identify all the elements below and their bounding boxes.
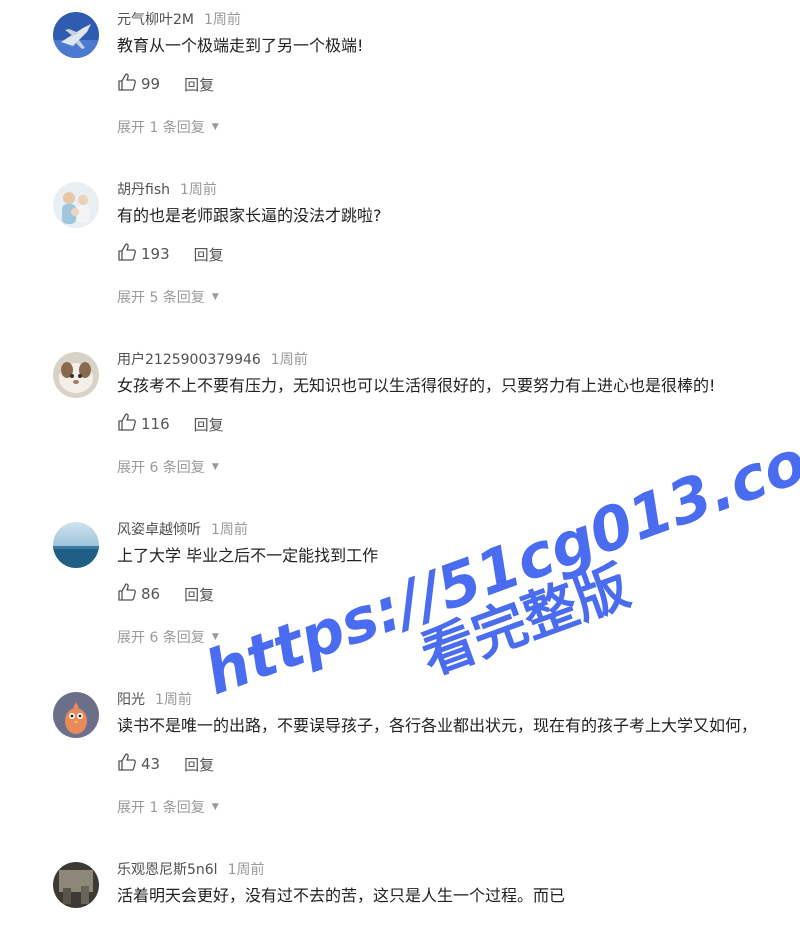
like-count: 99	[141, 75, 161, 93]
username[interactable]: 阳光	[117, 692, 145, 708]
expand-replies-label: 展开 1 条回复	[117, 800, 205, 816]
like-count: 86	[141, 585, 161, 603]
comment-item: 用户2125900379946 1周前 女孩考不上不要有压力，无知识也可以生活得很…	[0, 352, 800, 522]
like-count: 193	[141, 245, 170, 263]
like-button[interactable]: 86	[117, 582, 160, 606]
like-button[interactable]: 43	[117, 752, 160, 776]
expand-replies-label: 展开 6 条回复	[117, 630, 205, 646]
photo-avatar[interactable]	[53, 862, 99, 908]
comment-text: 有的也是老师跟家长逼的没法才跳啦?	[117, 206, 382, 225]
pet-avatar[interactable]	[53, 352, 99, 398]
expand-replies-button[interactable]: 展开 6 条回复 ▼	[117, 627, 219, 647]
reply-button[interactable]: 回复	[194, 244, 224, 265]
comment-text: 活着明天会更好，没有过不去的苦，这只是人生一个过程。而已	[117, 886, 566, 905]
expand-replies-button[interactable]: 展开 6 条回复 ▼	[117, 457, 219, 477]
like-button[interactable]: 116	[117, 412, 170, 436]
reply-button[interactable]: 回复	[194, 414, 224, 435]
like-button[interactable]: 193	[117, 242, 170, 266]
comment-item: 元气柳叶2M 1周前 教育从一个极端走到了另一个极端! 99 回复 展开 1 条回…	[0, 12, 800, 182]
thumbs-up-icon	[117, 582, 141, 606]
comment-time: 1周前	[155, 692, 192, 708]
comment-item: 胡丹fish 1周前 有的也是老师跟家长逼的没法才跳啦? 193 回复 展开 5 …	[0, 182, 800, 352]
username[interactable]: 用户2125900379946	[117, 352, 261, 368]
reply-button[interactable]: 回复	[184, 584, 214, 605]
username[interactable]: 元气柳叶2M	[117, 12, 194, 28]
comment-time: 1周前	[227, 862, 265, 878]
caret-down-icon: ▼	[211, 802, 219, 812]
reply-button[interactable]: 回复	[184, 754, 214, 775]
expand-replies-label: 展开 6 条回复	[117, 460, 205, 476]
comment-text: 教育从一个极端走到了另一个极端!	[117, 36, 364, 55]
username[interactable]: 乐观恩尼斯5n6l	[117, 862, 218, 878]
expand-replies-label: 展开 1 条回复	[117, 120, 205, 136]
family-avatar[interactable]	[53, 182, 99, 228]
comment-item: 阳光 1周前 读书不是唯一的出路，不要误导孩子，各行各业都出状元，现在有的孩子考上…	[0, 692, 800, 862]
username[interactable]: 胡丹fish	[117, 182, 170, 198]
expand-replies-button[interactable]: 展开 5 条回复 ▼	[117, 287, 219, 307]
caret-down-icon: ▼	[211, 462, 219, 472]
expand-replies-button[interactable]: 展开 1 条回复 ▼	[117, 117, 219, 137]
comment-time: 1周前	[180, 182, 217, 198]
bird-avatar[interactable]	[53, 692, 99, 738]
comment-item: 风姿卓越倾听 1周前 上了大学 毕业之后不一定能找到工作 86 回复 展开 6 条…	[0, 522, 800, 692]
thumbs-up-icon	[117, 72, 141, 96]
comment-text: 读书不是唯一的出路，不要误导孩子，各行各业都出状元，现在有的孩子考上大学又如何，	[117, 716, 758, 735]
sea-avatar[interactable]	[53, 522, 99, 568]
reply-button[interactable]: 回复	[184, 74, 214, 95]
expand-replies-label: 展开 5 条回复	[117, 290, 205, 306]
caret-down-icon: ▼	[211, 122, 219, 132]
comment-text: 女孩考不上不要有压力，无知识也可以生活得很好的，只要努力有上进心也是很棒的!	[117, 376, 716, 395]
expand-replies-button[interactable]: 展开 1 条回复 ▼	[117, 797, 219, 817]
like-button[interactable]: 99	[117, 72, 160, 96]
comment-item: 乐观恩尼斯5n6l 1周前 活着明天会更好，没有过不去的苦，这只是人生一个过程。而…	[0, 862, 800, 931]
jet-avatar[interactable]	[53, 12, 99, 58]
comment-time: 1周前	[211, 522, 248, 538]
thumbs-up-icon	[117, 412, 141, 436]
caret-down-icon: ▼	[211, 292, 219, 302]
username[interactable]: 风姿卓越倾听	[117, 522, 201, 538]
comment-time: 1周前	[270, 352, 308, 368]
like-count: 116	[141, 415, 170, 433]
thumbs-up-icon	[117, 752, 141, 776]
thumbs-up-icon	[117, 242, 141, 266]
caret-down-icon: ▼	[211, 632, 219, 642]
comment-time: 1周前	[204, 12, 241, 28]
like-count: 43	[141, 755, 161, 773]
comment-text: 上了大学 毕业之后不一定能找到工作	[117, 546, 379, 565]
